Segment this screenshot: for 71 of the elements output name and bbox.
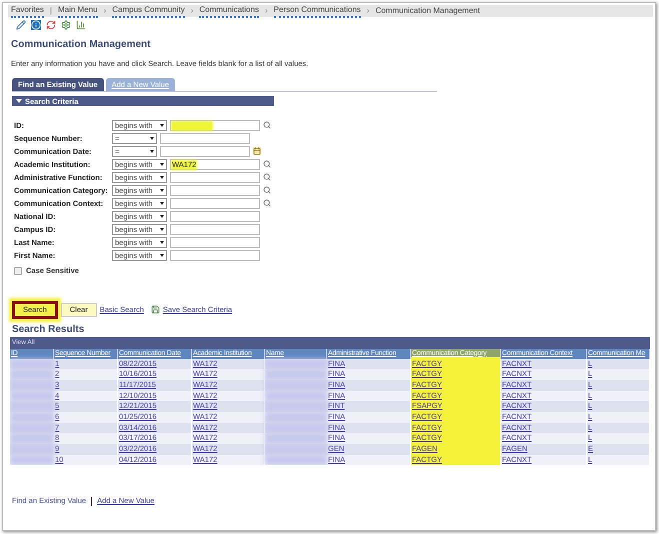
breadcrumb-item[interactable]: Main Menu: [58, 4, 98, 18]
dropdown-icon: [160, 254, 164, 257]
refresh-icon[interactable]: [46, 20, 56, 30]
input-field[interactable]: [170, 198, 260, 209]
search-icon[interactable]: [263, 173, 271, 182]
chart-icon[interactable]: [76, 20, 86, 30]
redacted-cell: [10, 380, 54, 391]
search-icon[interactable]: [263, 160, 271, 168]
input-field[interactable]: [160, 132, 250, 144]
highlight-mark: [171, 120, 213, 131]
save-icon: [150, 305, 160, 314]
highlight-mark: [171, 160, 197, 170]
calendar-icon[interactable]: [253, 147, 261, 156]
divider: [91, 496, 92, 506]
checkbox[interactable]: [14, 266, 22, 275]
separator: ›: [102, 5, 108, 17]
redacted-cell: [265, 390, 327, 402]
redacted-cell: [265, 454, 327, 466]
results-title: Search Results: [12, 322, 86, 336]
redacted-cell: [265, 433, 327, 444]
separator: |: [48, 5, 53, 17]
input-field[interactable]: [170, 250, 260, 261]
separator: ›: [366, 5, 370, 17]
input-field[interactable]: [170, 172, 260, 183]
redacted-cell: [10, 401, 54, 412]
redacted-cell: [10, 369, 54, 380]
breadcrumb-item[interactable]: Person Communications: [274, 4, 361, 18]
redacted-cell: [265, 358, 327, 370]
input-field[interactable]: [170, 120, 260, 131]
dropdown-icon: [150, 136, 154, 140]
dropdown-icon: [160, 188, 164, 192]
settings-icon[interactable]: [61, 20, 71, 30]
breadcrumb-item[interactable]: Favorites: [11, 4, 44, 18]
redacted-cell: [10, 444, 54, 455]
triangle-icon: [16, 99, 22, 104]
redacted-cell: [10, 390, 54, 402]
search-icon[interactable]: [263, 199, 271, 208]
redacted-cell: [265, 369, 327, 380]
breadcrumb-item[interactable]: Communication Management: [375, 5, 480, 17]
dropdown-icon: [160, 162, 164, 166]
info-icon[interactable]: [31, 20, 41, 30]
redacted-cell: [10, 412, 54, 423]
input-field[interactable]: [170, 224, 260, 235]
dropdown-icon: [160, 214, 164, 218]
dropdown-icon: [160, 124, 164, 127]
input-field[interactable]: [170, 184, 260, 196]
redacted-cell: [265, 444, 327, 455]
redacted-cell: [265, 380, 327, 391]
redacted-cell: [10, 358, 54, 370]
dropdown-icon: [160, 228, 164, 231]
breadcrumb-item[interactable]: Campus Community: [112, 4, 185, 18]
redacted-cell: [10, 422, 54, 434]
redacted-cell: [265, 401, 327, 412]
redacted-cell: [10, 433, 54, 444]
separator: ›: [190, 5, 194, 17]
redacted-cell: [10, 454, 54, 466]
page-title: Communication Management: [10, 38, 152, 52]
separator: ›: [264, 5, 269, 17]
dropdown-icon: [150, 150, 154, 153]
search-icon[interactable]: [263, 186, 271, 194]
input-field[interactable]: [170, 236, 260, 248]
dropdown-icon: [160, 176, 164, 179]
input-field[interactable]: [170, 210, 260, 222]
breadcrumb-item[interactable]: Communications: [199, 4, 259, 18]
pencil-icon[interactable]: [16, 20, 26, 30]
dropdown-icon: [160, 240, 164, 244]
search-icon[interactable]: [263, 121, 271, 130]
redacted-cell: [265, 422, 327, 434]
input-field[interactable]: [160, 146, 250, 157]
dropdown-icon: [160, 202, 164, 205]
redacted-cell: [265, 412, 327, 423]
